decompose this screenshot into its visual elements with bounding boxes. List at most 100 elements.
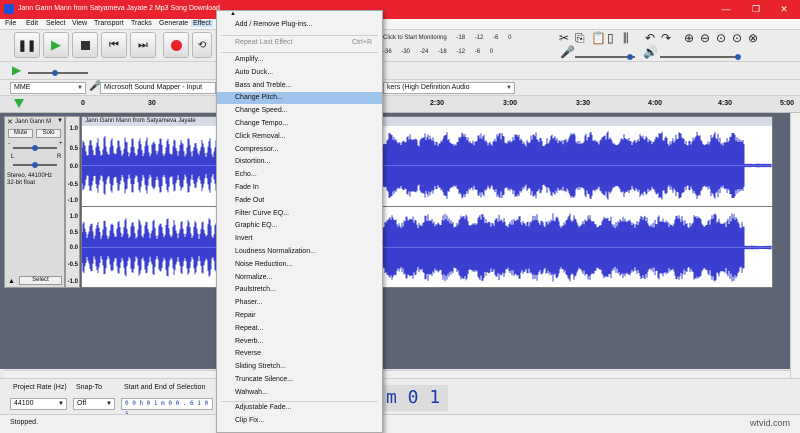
amplitude-scale[interactable]: 1.0 0.5 0.0 -0.5 -1.0 1.0 0.5 0.0 -0.5 -… bbox=[65, 116, 80, 288]
track-close-icon[interactable]: ✕ bbox=[7, 118, 13, 126]
play-speed-slider[interactable] bbox=[28, 72, 88, 74]
menu-item-normalize[interactable]: Normalize... bbox=[217, 272, 382, 284]
play-button[interactable]: ▶ bbox=[43, 32, 69, 58]
track-name[interactable]: Jann Gann M bbox=[15, 119, 51, 125]
menu-item-bass-and-treble[interactable]: Bass and Treble... bbox=[217, 80, 382, 92]
track-menu-chevron-icon[interactable]: ▼ bbox=[57, 118, 63, 124]
menu-separator bbox=[221, 52, 378, 53]
menu-item-change-tempo[interactable]: Change Tempo... bbox=[217, 118, 382, 130]
pan-knob[interactable] bbox=[32, 162, 38, 168]
menu-item-echo[interactable]: Echo... bbox=[217, 169, 382, 181]
menu-item-compressor[interactable]: Compressor... bbox=[217, 144, 382, 156]
meter-tick: 0 bbox=[508, 35, 512, 41]
playback-volume-knob[interactable] bbox=[735, 54, 741, 60]
zoom-toggle-icon[interactable]: ⊗ bbox=[748, 31, 758, 45]
loop-button[interactable]: ⟲ bbox=[192, 32, 212, 58]
mute-button[interactable]: Mute bbox=[8, 129, 33, 138]
menu-item-graphic-eq[interactable]: Graphic EQ... bbox=[217, 220, 382, 232]
clip-name-bar[interactable]: Jann Gann Mann from Satyameva Jayate bbox=[82, 117, 772, 126]
scale-label: 0.0 bbox=[69, 245, 78, 251]
menu-item-noise-reduction[interactable]: Noise Reduction... bbox=[217, 259, 382, 271]
redo-icon[interactable]: ↷ bbox=[661, 31, 671, 45]
vertical-scrollbar[interactable] bbox=[790, 113, 800, 378]
menu-item-amplify[interactable]: Amplify... bbox=[217, 54, 382, 66]
menu-item-change-speed[interactable]: Change Speed... bbox=[217, 105, 382, 117]
fit-project-icon[interactable]: ⊙ bbox=[732, 31, 742, 45]
menu-item-reverb[interactable]: Reverb... bbox=[217, 336, 382, 348]
menu-item-loudness-normalization[interactable]: Loudness Normalization... bbox=[217, 246, 382, 258]
pause-button[interactable]: ❚❚ bbox=[14, 32, 40, 58]
zoom-in-icon[interactable]: ⊕ bbox=[684, 31, 694, 45]
menu-transport[interactable]: Transport bbox=[92, 20, 126, 27]
menu-item-filter-curve-eq[interactable]: Filter Curve EQ... bbox=[217, 208, 382, 220]
play-speed-knob[interactable] bbox=[52, 70, 58, 76]
paste-icon[interactable]: 📋 bbox=[591, 31, 606, 45]
timeline-ruler[interactable]: 0 30 2:30 3:00 3:30 4:00 4:30 5:00 bbox=[0, 96, 800, 113]
play-at-speed-icon[interactable]: ▶ bbox=[12, 63, 21, 77]
meter-tick: -36 bbox=[383, 49, 392, 55]
stop-button[interactable] bbox=[72, 32, 98, 58]
menu-effect[interactable]: Effect bbox=[191, 20, 213, 27]
minimize-button[interactable]: — bbox=[710, 0, 742, 19]
monitoring-label[interactable]: Click to Start Monitoring bbox=[383, 35, 447, 41]
menu-item-paulstretch[interactable]: Paulstretch... bbox=[217, 284, 382, 296]
menu-item-repair[interactable]: Repair bbox=[217, 310, 382, 322]
record-button[interactable] bbox=[163, 32, 189, 58]
skip-end-button[interactable]: ⏭ bbox=[130, 32, 156, 58]
menu-item-sliding-stretch[interactable]: Sliding Stretch... bbox=[217, 361, 382, 373]
undo-icon[interactable]: ↶ bbox=[645, 31, 655, 45]
audio-host-select[interactable]: MME ▼ bbox=[10, 82, 86, 94]
collapse-icon[interactable]: ▲ bbox=[8, 278, 15, 285]
menu-item-reverse[interactable]: Reverse bbox=[217, 348, 382, 360]
menu-scroll-up-icon[interactable]: ▲ bbox=[230, 11, 236, 17]
menu-item-adjustable-fade[interactable]: Adjustable Fade... bbox=[217, 402, 382, 414]
meter-tick: -12 bbox=[456, 49, 466, 55]
minimize-icon: — bbox=[721, 4, 731, 14]
menu-item-clip-fix[interactable]: Clip Fix... bbox=[217, 415, 382, 427]
trim-icon[interactable]: ▯ bbox=[607, 31, 614, 45]
project-rate-select[interactable]: 44100 ▼ bbox=[10, 398, 67, 410]
zoom-out-icon[interactable]: ⊖ bbox=[700, 31, 710, 45]
waveform-display[interactable] bbox=[82, 126, 772, 288]
cut-icon[interactable]: ✂ bbox=[559, 31, 569, 45]
playback-volume-slider[interactable] bbox=[660, 56, 738, 58]
snap-to-select[interactable]: Off ▼ bbox=[73, 398, 115, 410]
menu-item-change-pitch[interactable]: Change Pitch... bbox=[217, 92, 382, 105]
menu-item-add-remove-plugins[interactable]: Add / Remove Plug-ins... bbox=[217, 19, 382, 31]
gain-knob[interactable] bbox=[32, 145, 38, 151]
menu-item-auto-duck[interactable]: Auto Duck... bbox=[217, 67, 382, 79]
copy-icon[interactable]: ⎘ bbox=[575, 31, 585, 46]
menu-item-click-removal[interactable]: Click Removal... bbox=[217, 131, 382, 143]
menu-item-truncate-silence[interactable]: Truncate Silence... bbox=[217, 374, 382, 386]
waveform-clip[interactable]: Jann Gann Mann from Satyameva Jayate bbox=[81, 116, 773, 288]
record-meter[interactable]: Click to Start Monitoring -18 -12 -6 0 bbox=[383, 35, 519, 41]
menu-tracks[interactable]: Tracks bbox=[129, 20, 154, 27]
menu-item-distortion[interactable]: Distortion... bbox=[217, 156, 382, 168]
menu-item-wahwah[interactable]: Wahwah... bbox=[217, 387, 382, 399]
close-button[interactable]: ✕ bbox=[768, 0, 800, 19]
menu-item-invert[interactable]: Invert bbox=[217, 233, 382, 245]
fit-selection-icon[interactable]: ⊙ bbox=[716, 31, 726, 45]
track-area: ✕ Jann Gann M ▼ Mute Solo - + L R Stereo… bbox=[0, 113, 790, 369]
solo-button[interactable]: Solo bbox=[36, 129, 61, 138]
select-button[interactable]: Select bbox=[19, 276, 62, 285]
menu-item-fade-out[interactable]: Fade Out bbox=[217, 195, 382, 207]
record-volume-knob[interactable] bbox=[627, 54, 633, 60]
menu-item-phaser[interactable]: Phaser... bbox=[217, 297, 382, 309]
output-device-select[interactable]: kers (High Definition Audio ▼ bbox=[383, 82, 515, 94]
skip-start-button[interactable]: ⏮ bbox=[101, 32, 127, 58]
playback-meter[interactable]: -36 -30 -24 -18 -12 -6 0 bbox=[383, 49, 501, 55]
selection-start-field[interactable]: 0 0 h 0 1 m 0 0 . 6 1 0 s bbox=[121, 398, 213, 417]
menu-edit[interactable]: Edit bbox=[24, 20, 40, 27]
menu-file[interactable]: File bbox=[3, 20, 18, 27]
menu-select[interactable]: Select bbox=[44, 20, 67, 27]
record-volume-slider[interactable] bbox=[575, 56, 635, 58]
menu-item-repeat[interactable]: Repeat... bbox=[217, 323, 382, 335]
input-device-select[interactable]: Microsoft Sound Mapper - Input bbox=[100, 82, 216, 94]
menu-view[interactable]: View bbox=[70, 20, 89, 27]
menu-item-fade-in[interactable]: Fade In bbox=[217, 182, 382, 194]
horizontal-scrollbar[interactable] bbox=[4, 370, 790, 378]
audio-position-display[interactable]: m 0 1 s bbox=[383, 385, 448, 433]
silence-icon[interactable]: ⫼ bbox=[623, 31, 629, 46]
menu-generate[interactable]: Generate bbox=[157, 20, 190, 27]
